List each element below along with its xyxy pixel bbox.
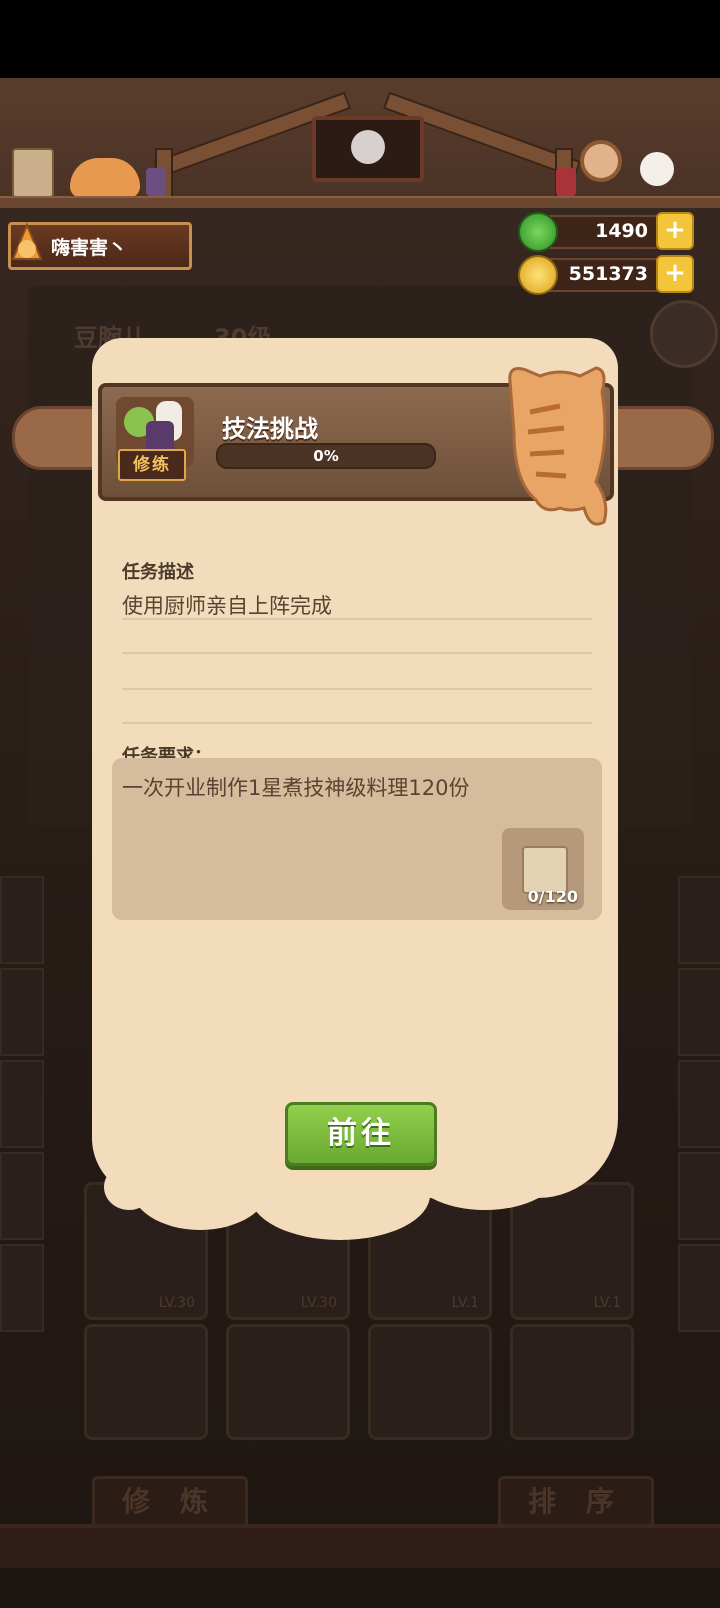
bg-side-slot bbox=[0, 968, 44, 1056]
bg-chef-card bbox=[226, 1324, 350, 1440]
go-button[interactable]: 前往 bbox=[285, 1102, 437, 1166]
task-desc-text: 使用厨师亲自上阵完成 bbox=[122, 594, 332, 618]
divider-line bbox=[122, 652, 592, 654]
hanging-cat-icon bbox=[508, 366, 608, 526]
fox-chef-icon bbox=[11, 222, 43, 260]
jar-icon bbox=[556, 168, 576, 196]
bg-side-slot bbox=[0, 1244, 44, 1332]
bg-side-slot bbox=[678, 1244, 720, 1332]
bg-card-level: LV.30 bbox=[158, 1295, 195, 1311]
bg-round-button bbox=[650, 300, 718, 368]
dough-bubble bbox=[104, 1164, 154, 1210]
gold-coin-icon bbox=[518, 255, 558, 295]
bg-train-button: 修 炼 bbox=[92, 1476, 248, 1528]
bg-side-slot bbox=[678, 968, 720, 1056]
task-title: 技法挑战 bbox=[222, 415, 318, 443]
bg-chef-card bbox=[510, 1324, 634, 1440]
task-desc-label: 任务描述 bbox=[122, 562, 194, 583]
task-requirement-box: 一次开业制作1星煮技神级料理120份 0/120 bbox=[112, 758, 602, 920]
shelf bbox=[0, 196, 720, 208]
divider-line bbox=[122, 618, 592, 620]
requirement-count: 0/120 bbox=[527, 887, 578, 906]
raccoon-icon bbox=[351, 130, 385, 164]
bg-card-level: LV.30 bbox=[300, 1295, 337, 1311]
bg-side-slot bbox=[0, 1060, 44, 1148]
training-tag: 修练 bbox=[118, 449, 186, 481]
divider-line bbox=[122, 722, 592, 724]
floor bbox=[0, 1524, 720, 1568]
gold-resource-bar: 551373 + bbox=[518, 255, 694, 295]
bg-chef-card bbox=[368, 1324, 492, 1440]
bg-sort-button: 排 序 bbox=[498, 1476, 654, 1528]
white-cat-icon bbox=[640, 152, 674, 186]
bg-side-slot bbox=[678, 876, 720, 964]
player-name-plate[interactable]: 嗨害害丶 bbox=[8, 222, 192, 270]
progress-label: 0% bbox=[313, 447, 339, 465]
bg-side-slot bbox=[0, 1152, 44, 1240]
restaurant-roof bbox=[0, 78, 720, 207]
add-jade-button[interactable]: + bbox=[656, 212, 694, 250]
jade-resource-bar: 1490 + bbox=[518, 212, 694, 252]
task-progress-bar: 0% bbox=[216, 443, 436, 469]
jar-icon bbox=[146, 168, 166, 196]
bg-chef-card bbox=[84, 1324, 208, 1440]
bg-side-slot bbox=[678, 1152, 720, 1240]
bg-card-level: LV.1 bbox=[593, 1295, 621, 1311]
shop-sign bbox=[312, 116, 424, 182]
bg-chef-card: LV.1 bbox=[510, 1182, 634, 1320]
bg-side-slot bbox=[678, 1060, 720, 1148]
sleeping-cat-icon bbox=[70, 158, 140, 198]
paw-box-icon bbox=[12, 148, 54, 198]
task-req-text: 一次开业制作1星煮技神级料理120份 bbox=[122, 776, 470, 800]
gold-amount: 551373 bbox=[568, 263, 648, 285]
player-name: 嗨害害丶 bbox=[51, 237, 128, 259]
divider-line bbox=[122, 688, 592, 690]
jade-coin-icon bbox=[518, 212, 558, 252]
jade-amount: 1490 bbox=[595, 220, 648, 242]
npc-girl-icon bbox=[580, 140, 622, 182]
bg-side-slot bbox=[0, 876, 44, 964]
add-gold-button[interactable]: + bbox=[656, 255, 694, 293]
status-bar bbox=[0, 0, 720, 78]
requirement-item[interactable]: 0/120 bbox=[502, 828, 584, 910]
bg-card-level: LV.1 bbox=[451, 1295, 479, 1311]
